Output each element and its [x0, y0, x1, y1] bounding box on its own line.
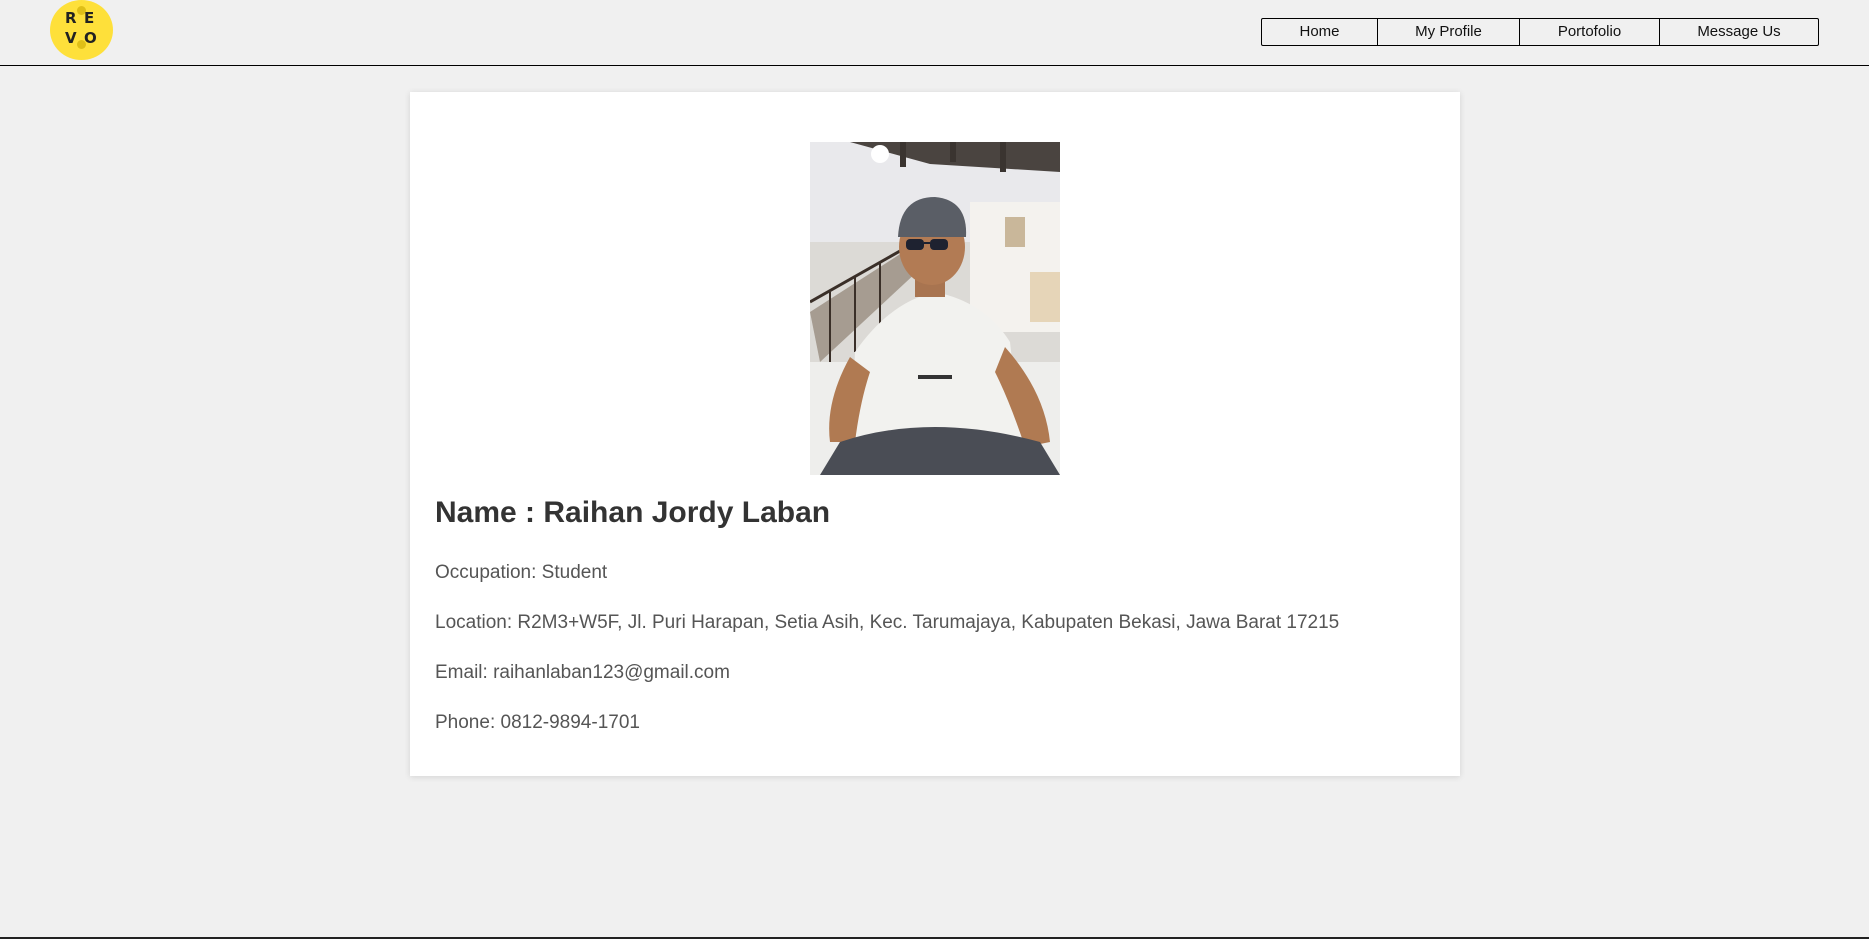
profile-location: Location: R2M3+W5F, Jl. Puri Harapan, Se… [435, 612, 1340, 633]
profile-email: Email: raihanlaban123@gmail.com [435, 662, 730, 683]
revo-logo[interactable]: R E V O [50, 0, 113, 60]
nav-my-profile-link[interactable]: My Profile [1378, 19, 1520, 45]
logo-letter: O [84, 29, 97, 47]
nav-home-link[interactable]: Home [1262, 19, 1378, 45]
nav-portfolio-link[interactable]: Portofolio [1520, 19, 1660, 45]
nav-message-us-link[interactable]: Message Us [1660, 19, 1818, 45]
profile-occupation: Occupation: Student [435, 562, 608, 583]
profile-card: Name : Raihan Jordy Laban Occupation: St… [410, 92, 1460, 776]
main-nav: Home My Profile Portofolio Message Us [1261, 18, 1819, 46]
profile-phone: Phone: 0812-9894-1701 [435, 712, 640, 733]
profile-name: Name : Raihan Jordy Laban [435, 496, 831, 529]
profile-photo [810, 142, 1060, 475]
site-header: R E V O Home My Profile Portofolio Messa… [0, 0, 1869, 66]
logo-letter: E [84, 9, 95, 27]
logo-letter: V [65, 29, 77, 47]
logo-letter: R [65, 9, 77, 27]
profile-photo-illustration [810, 142, 1060, 475]
